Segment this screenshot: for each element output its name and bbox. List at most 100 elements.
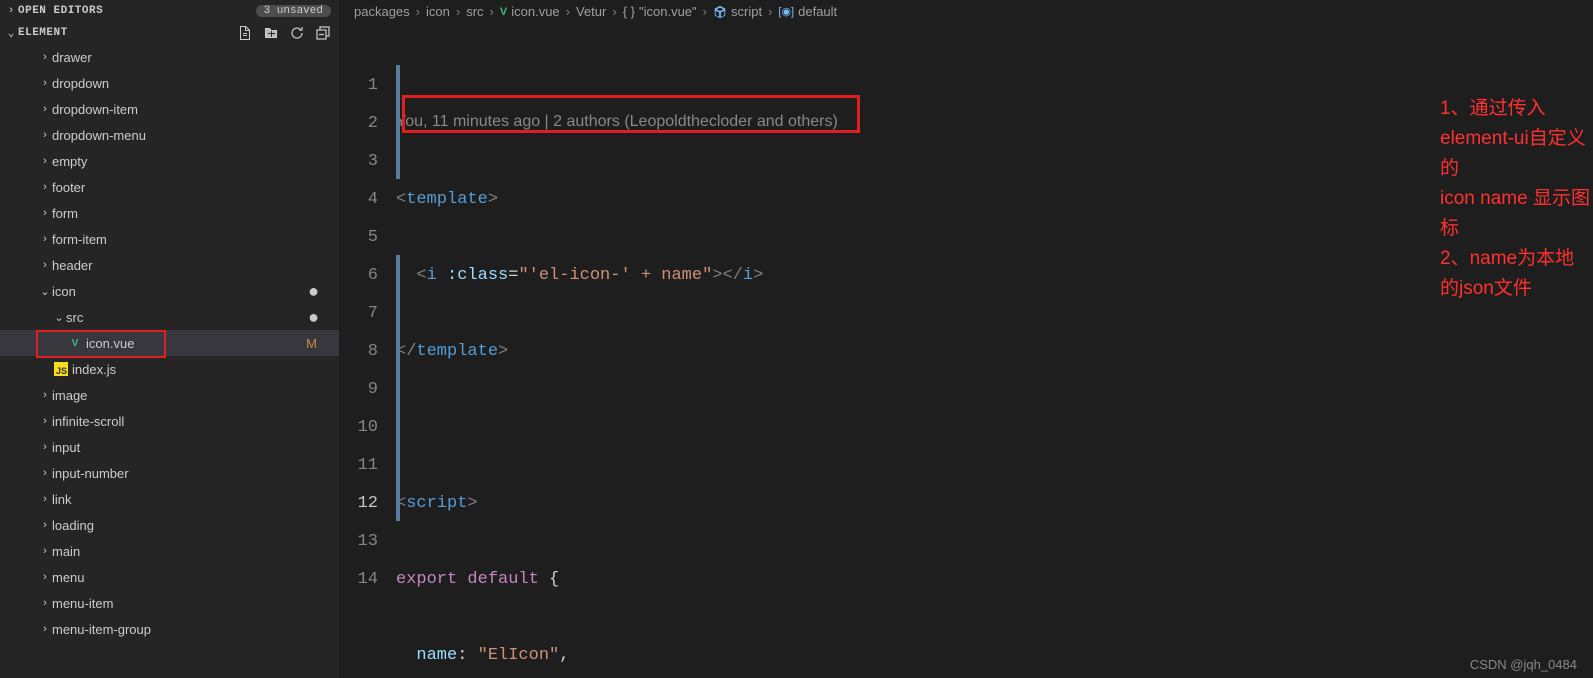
chevron-down-icon: ⌄	[38, 285, 52, 298]
code-area[interactable]: 1234567891011121314 You, 11 minutes ago …	[340, 23, 1593, 678]
tree-item-menu[interactable]: ›menu	[0, 564, 339, 590]
tree-item-link[interactable]: ›link	[0, 486, 339, 512]
line-number: 6	[340, 257, 378, 295]
tree-item-form-item[interactable]: ›form-item	[0, 226, 339, 252]
tree-item-label: icon	[52, 284, 76, 299]
tree-item-label: form-item	[52, 232, 107, 247]
breadcrumb-item[interactable]: "icon.vue"	[639, 4, 697, 19]
tree-item-dropdown-menu[interactable]: ›dropdown-menu	[0, 122, 339, 148]
element-label: ELEMENT	[18, 27, 237, 39]
line-number: 1	[340, 67, 378, 105]
collapse-all-icon[interactable]	[315, 25, 331, 41]
breadcrumb-separator-icon: ›	[612, 4, 616, 19]
tree-item-label: src	[66, 310, 83, 325]
tree-item-label: index.js	[72, 362, 116, 377]
chevron-right-icon: ›	[38, 259, 52, 271]
tree-item-main[interactable]: ›main	[0, 538, 339, 564]
tree-item-label: link	[52, 492, 72, 507]
tree-item-label: main	[52, 544, 80, 559]
breadcrumb[interactable]: packages›icon›src›Vicon.vue›Vetur›{ }"ic…	[340, 0, 1593, 23]
breadcrumb-item[interactable]: icon.vue	[511, 4, 559, 19]
tree-item-label: dropdown-menu	[52, 128, 146, 143]
breadcrumb-item[interactable]: src	[466, 4, 483, 19]
tree-item-header[interactable]: ›header	[0, 252, 339, 278]
chevron-right-icon: ›	[38, 571, 52, 583]
tree-item-icon[interactable]: ⌄icon●	[0, 278, 339, 304]
tree-item-label: header	[52, 258, 92, 273]
unsaved-badge: 3 unsaved	[256, 5, 331, 17]
chevron-right-icon: ›	[38, 415, 52, 427]
chevron-right-icon: ›	[38, 103, 52, 115]
new-folder-icon[interactable]	[263, 25, 279, 41]
tree-item-label: input-number	[52, 466, 129, 481]
tree-item-footer[interactable]: ›footer	[0, 174, 339, 200]
tree-item-infinite-scroll[interactable]: ›infinite-scroll	[0, 408, 339, 434]
tree-item-menu-item[interactable]: ›menu-item	[0, 590, 339, 616]
tree-item-input-number[interactable]: ›input-number	[0, 460, 339, 486]
tree-item-dropdown-item[interactable]: ›dropdown-item	[0, 96, 339, 122]
breadcrumb-separator-icon: ›	[566, 4, 570, 19]
gitlens-annotation[interactable]: You, 11 minutes ago | 2 authors (Leopold…	[396, 103, 1593, 141]
chevron-right-icon: ›	[38, 597, 52, 609]
chevron-right-icon: ›	[38, 129, 52, 141]
tree-item-index-js[interactable]: JSindex.js	[0, 356, 339, 382]
new-file-icon[interactable]	[237, 25, 253, 41]
line-number: 8	[340, 333, 378, 371]
line-number: 4	[340, 181, 378, 219]
tree-item-menu-item-group[interactable]: ›menu-item-group	[0, 616, 339, 642]
braces-icon: { }	[623, 4, 635, 19]
tree-item-label: menu-item	[52, 596, 113, 611]
tree-item-form[interactable]: ›form	[0, 200, 339, 226]
refresh-icon[interactable]	[289, 25, 305, 41]
file-tree: ›drawer›dropdown›dropdown-item›dropdown-…	[0, 44, 339, 678]
tree-item-input[interactable]: ›input	[0, 434, 339, 460]
chevron-right-icon: ›	[38, 545, 52, 557]
chevron-down-icon: ⌄	[4, 26, 18, 40]
tree-item-loading[interactable]: ›loading	[0, 512, 339, 538]
chevron-right-icon: ›	[38, 51, 52, 63]
chevron-right-icon: ›	[38, 181, 52, 193]
tree-item-dropdown[interactable]: ›dropdown	[0, 70, 339, 96]
chevron-right-icon: ›	[38, 233, 52, 245]
tree-item-label: dropdown	[52, 76, 109, 91]
breadcrumb-item[interactable]: script	[731, 4, 762, 19]
breadcrumb-item[interactable]: Vetur	[576, 4, 606, 19]
tree-item-label: dropdown-item	[52, 102, 138, 117]
tree-item-drawer[interactable]: ›drawer	[0, 44, 339, 70]
tree-item-label: empty	[52, 154, 87, 169]
tree-item-icon-vue[interactable]: Vicon.vueM	[0, 330, 339, 356]
element-header[interactable]: ⌄ ELEMENT	[0, 22, 339, 44]
chevron-right-icon: ›	[38, 77, 52, 89]
code-content[interactable]: You, 11 minutes ago | 2 authors (Leopold…	[396, 23, 1593, 678]
watermark: CSDN @jqh_0484	[1470, 657, 1577, 672]
breadcrumb-item[interactable]: icon	[426, 4, 450, 19]
tree-item-empty[interactable]: ›empty	[0, 148, 339, 174]
open-editors-header[interactable]: › OPEN EDITORS 3 unsaved	[0, 0, 339, 22]
cube-icon	[713, 5, 727, 19]
line-number: 2	[340, 105, 378, 143]
chevron-right-icon: ›	[38, 519, 52, 531]
js-file-icon: JS	[52, 362, 70, 376]
annotation-text: 1、通过传入element-ui自定义的 icon name 显示图标 2、na…	[1440, 94, 1593, 304]
tree-item-src[interactable]: ⌄src●	[0, 304, 339, 330]
breadcrumb-item[interactable]: packages	[354, 4, 410, 19]
chevron-right-icon: ›	[38, 623, 52, 635]
chevron-right-icon: ›	[38, 207, 52, 219]
git-gutter-bar	[396, 255, 400, 521]
tree-item-label: image	[52, 388, 87, 403]
breadcrumb-item[interactable]: default	[798, 4, 837, 19]
breadcrumb-separator-icon: ›	[416, 4, 420, 19]
tree-item-label: drawer	[52, 50, 92, 65]
git-status: M	[306, 336, 317, 351]
line-number: 10	[340, 409, 378, 447]
breadcrumb-separator-icon: ›	[703, 4, 707, 19]
chevron-right-icon: ›	[38, 467, 52, 479]
tree-item-label: footer	[52, 180, 85, 195]
line-number: 11	[340, 447, 378, 485]
tree-item-image[interactable]: ›image	[0, 382, 339, 408]
git-gutter-bar	[396, 65, 400, 179]
line-number: 14	[340, 561, 378, 599]
tree-item-label: loading	[52, 518, 94, 533]
line-number: 7	[340, 295, 378, 333]
bracket-icon: [◉]	[778, 5, 794, 18]
